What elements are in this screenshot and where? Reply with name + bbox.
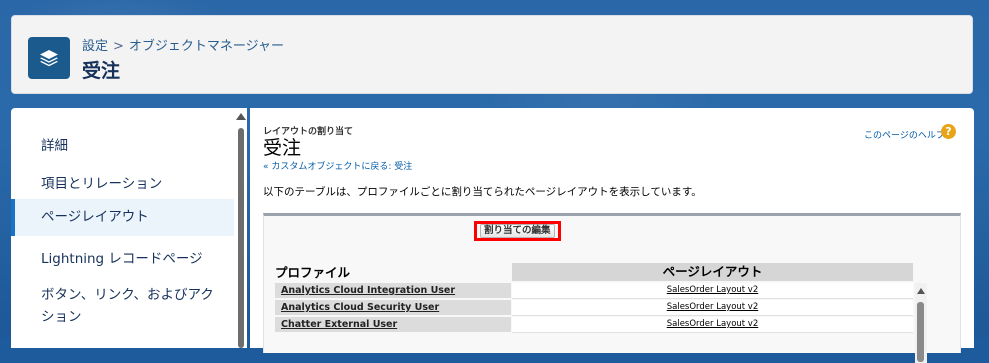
table-row: Analytics Cloud Security User SalesOrder… [275,300,913,316]
layout-link[interactable]: SalesOrder Layout v2 [512,283,913,299]
profile-link[interactable]: Analytics Cloud Integration User [275,283,511,298]
profile-link[interactable]: Chatter External User [275,317,511,332]
help-link[interactable]: このページのヘルプ [864,128,945,141]
table-row: Chatter External User SalesOrder Layout … [275,317,913,333]
description-text: 以下のテーブルは、プロファイルごとに割り当てられたページレイアウトを表示していま… [263,186,702,198]
breadcrumb: 設定 > オブジェクトマネージャー [82,35,284,54]
layers-icon [28,37,70,79]
sidebar-item-label: ボタン、リンク、およびアクション [41,287,214,325]
column-header-page-layout: ページレイアウト [512,263,913,281]
profile-link[interactable]: Analytics Cloud Security User [275,300,511,315]
scroll-up-arrow-icon[interactable] [236,113,246,120]
sidebar-item-buttons-links-actions[interactable]: ボタン、リンク、およびアクション [11,284,216,328]
breadcrumb-separator: > [113,39,124,54]
sidebar-item-label: ページレイアウト [41,209,149,225]
sidebar-item-page-layouts[interactable]: ページレイアウト [11,199,234,236]
object-header: 設定 > オブジェクトマネージャー 受注 [11,15,973,94]
edit-assignment-button[interactable]: 割り当ての編集 [480,224,555,238]
back-to-object-link[interactable]: « カスタムオブジェクトに戻る: 受注 [263,159,412,172]
sidebar-item-details[interactable]: 詳細 [11,134,234,154]
column-header-profile: プロファイル [275,265,351,280]
sidebar-item-label: 詳細 [41,138,68,154]
section-title: 受注 [263,137,302,159]
layout-link[interactable]: SalesOrder Layout v2 [512,317,913,333]
breadcrumb-object-manager[interactable]: オブジェクトマネージャー [129,39,284,54]
breadcrumb-setup[interactable]: 設定 [82,39,108,54]
page-title: 受注 [82,60,121,82]
scroll-up-arrow-icon[interactable] [917,288,925,294]
sidebar-scrollbar-thumb[interactable] [238,128,244,348]
table-scrollbar-thumb[interactable] [917,302,924,362]
sidebar-item-lightning-record-pages[interactable]: Lightning レコードページ [11,247,234,267]
sidebar: 詳細 項目とリレーション ページレイアウト Lightning レコードページ … [11,108,247,348]
layout-link[interactable]: SalesOrder Layout v2 [512,300,913,316]
sidebar-item-fields-relationships[interactable]: 項目とリレーション [11,172,234,192]
highlight-box: 割り当ての編集 [474,221,561,241]
main-content: レイアウトの割り当て 受注 « カスタムオブジェクトに戻る: 受注 このページの… [250,108,974,363]
help-icon[interactable]: ? [941,124,956,139]
table-row: Analytics Cloud Integration User SalesOr… [275,283,913,299]
sidebar-item-label: Lightning レコードページ [41,251,203,267]
sidebar-item-label: 項目とリレーション [41,176,163,192]
assignment-panel: 割り当ての編集 プロファイル ページレイアウト Analytics Cloud … [263,213,961,363]
